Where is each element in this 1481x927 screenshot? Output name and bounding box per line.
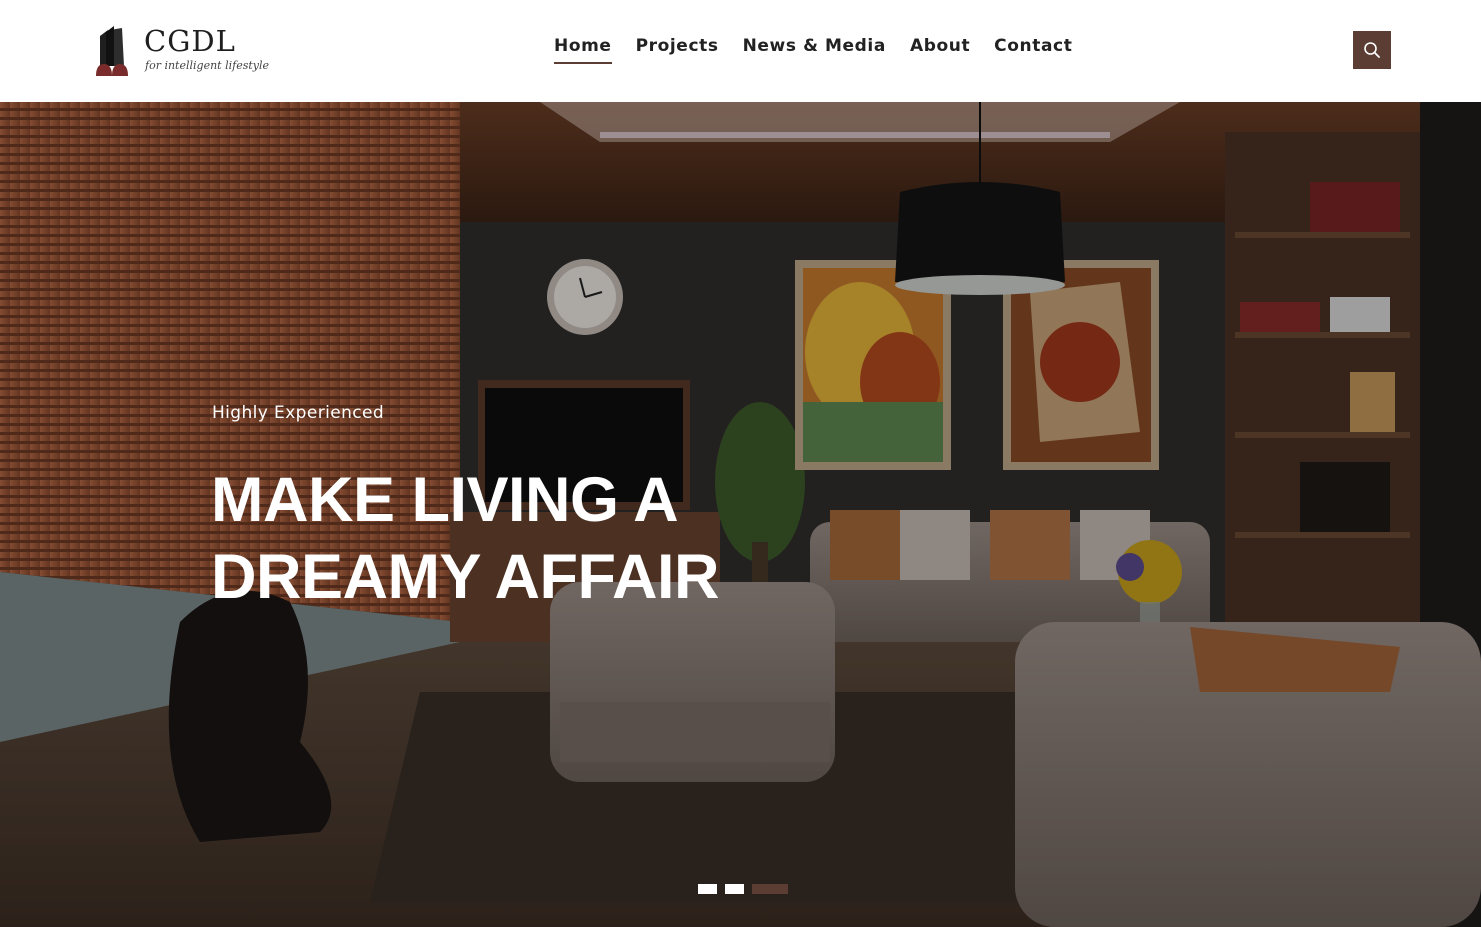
nav-item-contact[interactable]: Contact [994, 34, 1072, 64]
hero-title: MAKE LIVING A DREAMY AFFAIR [211, 462, 851, 616]
search-button[interactable] [1353, 31, 1391, 69]
nav-item-about[interactable]: About [910, 34, 970, 64]
slider-pagination [698, 884, 796, 894]
nav-item-news-media[interactable]: News & Media [743, 34, 886, 64]
hero-slider: Highly Experienced MAKE LIVING A DREAMY … [0, 102, 1481, 927]
main-nav: Home Projects News & Media About Contact [554, 34, 1096, 64]
site-header: CGDL for intelligent lifestyle Home Proj… [0, 0, 1481, 102]
search-icon [1364, 42, 1380, 58]
nav-item-projects[interactable]: Projects [636, 34, 719, 64]
slider-dot-2[interactable] [725, 884, 744, 894]
hero-title-line-1: MAKE LIVING A [211, 465, 679, 535]
building-logo-icon [96, 26, 128, 76]
hero-title-line-2: DREAMY AFFAIR [211, 542, 720, 612]
nav-item-home[interactable]: Home [554, 34, 612, 64]
hero-subtitle: Highly Experienced [212, 403, 385, 423]
slider-dot-1[interactable] [698, 884, 717, 894]
brand-name: CGDL [144, 24, 236, 58]
brand-logo[interactable]: CGDL for intelligent lifestyle [94, 24, 269, 78]
slider-dot-3[interactable] [752, 884, 788, 894]
brand-tagline: for intelligent lifestyle [145, 59, 270, 72]
